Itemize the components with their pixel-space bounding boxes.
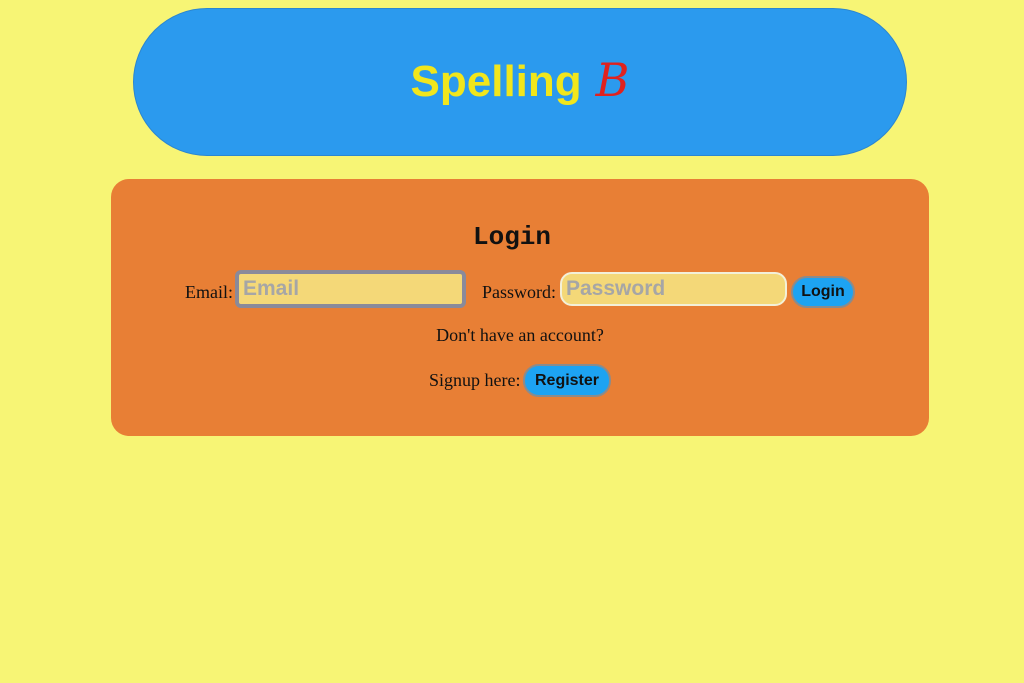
login-button[interactable]: Login <box>791 276 855 308</box>
app-title: Spelling B <box>411 53 630 107</box>
password-field[interactable] <box>560 272 787 306</box>
login-heading: Login <box>472 222 551 252</box>
email-label: Email: <box>185 282 233 302</box>
signup-label: Signup here: <box>429 370 521 390</box>
password-label: Password: <box>482 282 557 302</box>
app-title-text: Spelling <box>410 57 582 106</box>
no-account-text: Don't have an account? <box>436 325 604 345</box>
app-logo-letter: B <box>595 53 630 107</box>
app-header: Spelling B <box>133 8 907 156</box>
email-field[interactable] <box>235 270 466 308</box>
register-button[interactable]: Register <box>523 364 611 397</box>
